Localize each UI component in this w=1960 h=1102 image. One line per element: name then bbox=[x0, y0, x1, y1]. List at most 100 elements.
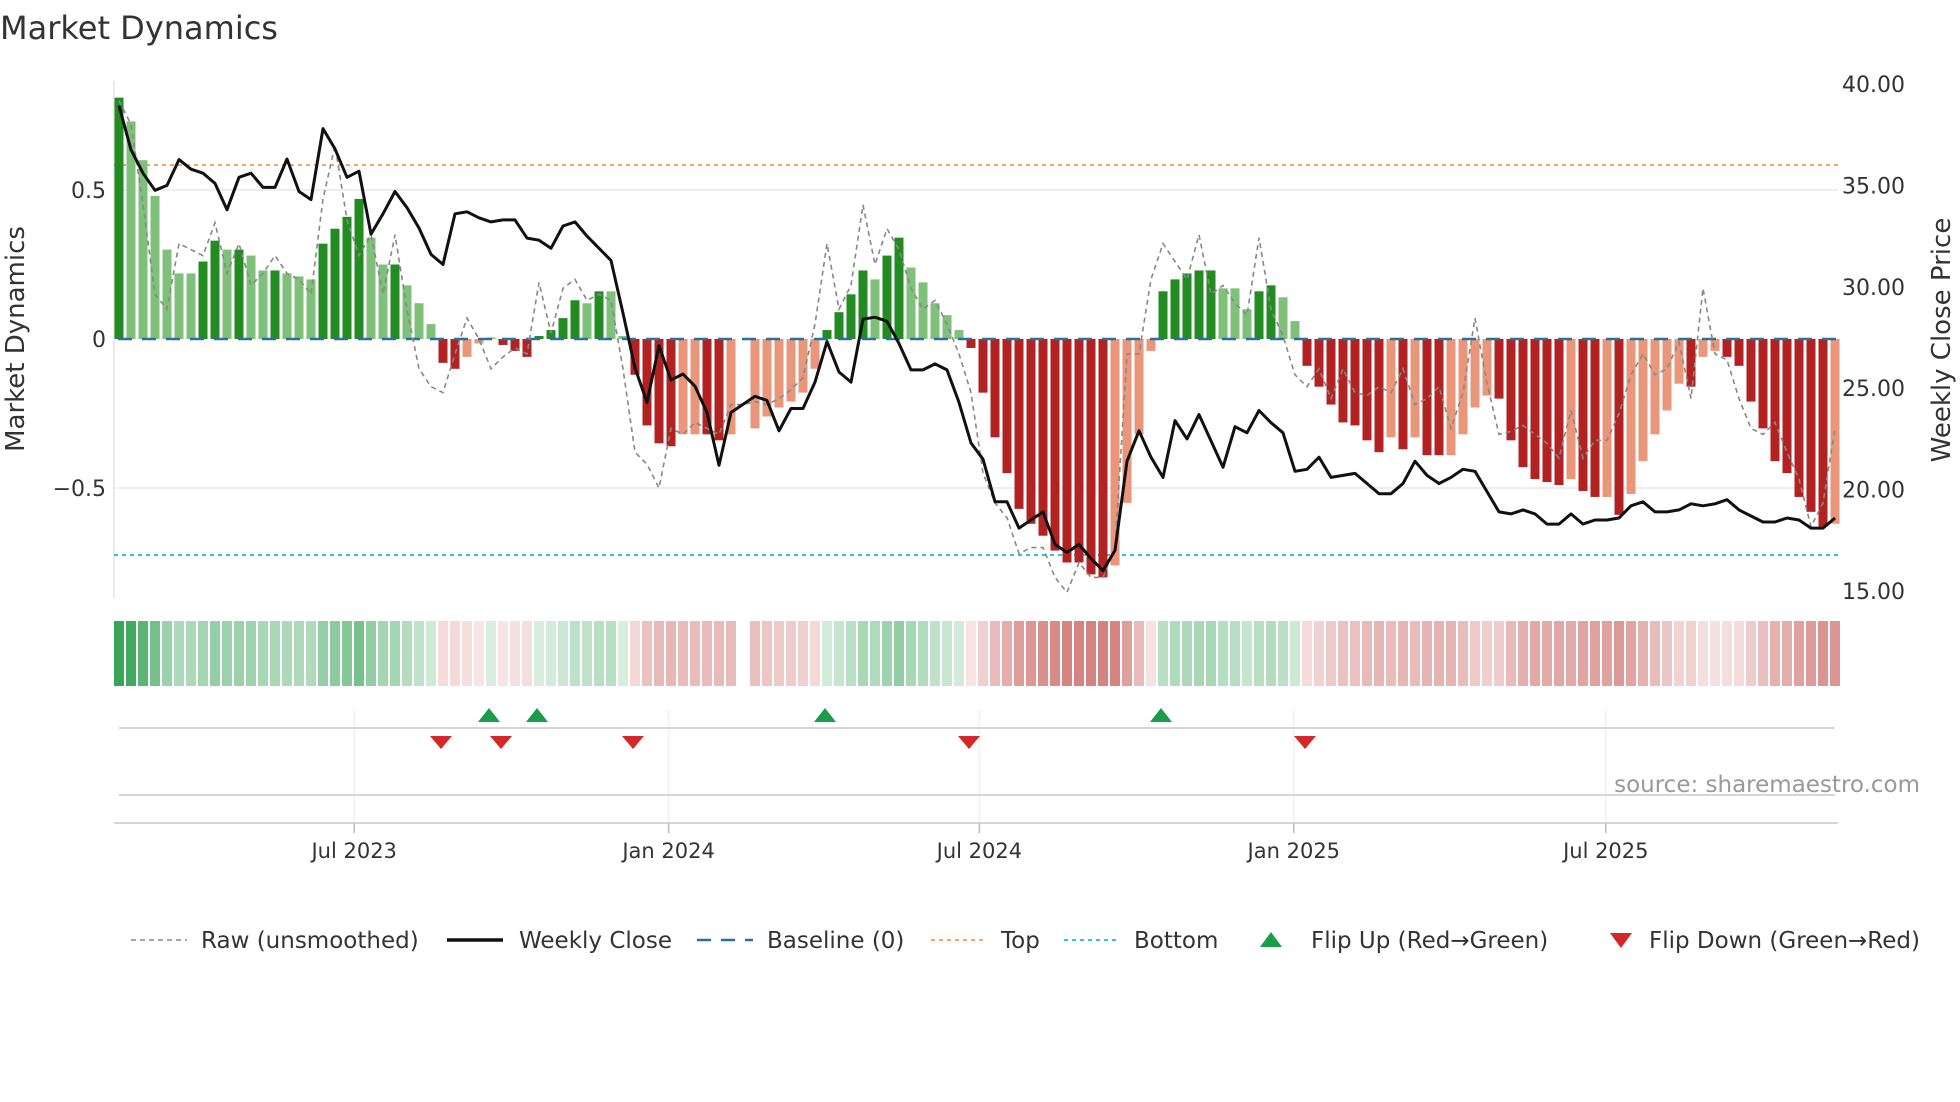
heat-strip-cell bbox=[1554, 621, 1564, 686]
heat-strip-cell bbox=[1506, 621, 1516, 686]
momentum-bar bbox=[390, 264, 400, 339]
heat-strip-cell bbox=[174, 621, 184, 686]
heat-strip-cell bbox=[474, 621, 484, 686]
momentum-bar bbox=[1158, 291, 1168, 339]
momentum-bar bbox=[1590, 339, 1600, 497]
heat-strip-cell bbox=[846, 621, 856, 686]
heat-strip-cell bbox=[654, 621, 664, 686]
heat-strip-cell bbox=[882, 621, 892, 686]
heat-strip-cell bbox=[690, 621, 700, 686]
heat-strip-cell bbox=[630, 621, 640, 686]
heat-strip-cell bbox=[1818, 621, 1828, 686]
heat-strip-cell bbox=[942, 621, 952, 686]
momentum-bar bbox=[582, 303, 592, 339]
momentum-bar bbox=[930, 303, 940, 339]
heat-strip-cell bbox=[438, 621, 448, 686]
x-tick-label: Jul 2024 bbox=[935, 839, 1022, 863]
legend-label: Bottom bbox=[1134, 928, 1218, 954]
momentum-bar bbox=[1626, 339, 1636, 494]
momentum-bar bbox=[954, 330, 964, 339]
momentum-bar bbox=[966, 339, 976, 348]
momentum-bar bbox=[750, 339, 760, 429]
heat-strip-cell bbox=[582, 621, 592, 686]
momentum-bar bbox=[978, 339, 988, 393]
momentum-bar bbox=[114, 97, 124, 340]
heat-strip-cell bbox=[810, 621, 820, 686]
x-tick-label: Jan 2025 bbox=[1246, 839, 1341, 863]
momentum-bar bbox=[234, 249, 244, 339]
heat-strip-cell bbox=[558, 621, 568, 686]
momentum-bar bbox=[1710, 339, 1720, 351]
heat-strip-cell bbox=[858, 621, 868, 686]
y2-tick-label: 25.00 bbox=[1842, 377, 1905, 402]
y-tick-label: −0.5 bbox=[53, 477, 106, 502]
heat-strip-cell bbox=[1134, 621, 1144, 686]
heat-strip-cell bbox=[162, 621, 172, 686]
momentum-bar bbox=[1074, 339, 1084, 563]
heat-strip-cell bbox=[222, 621, 232, 686]
heat-strip-cell bbox=[1326, 621, 1336, 686]
momentum-bar bbox=[570, 300, 580, 339]
momentum-bar bbox=[1650, 339, 1660, 435]
momentum-bar bbox=[1578, 339, 1588, 491]
heat-strip-cell bbox=[1038, 621, 1048, 686]
heat-strip-cell bbox=[1398, 621, 1408, 686]
heat-strip-cell bbox=[1290, 621, 1300, 686]
momentum-bar bbox=[1290, 321, 1300, 339]
heat-strip-cell bbox=[786, 621, 796, 686]
heat-strip-cell bbox=[1674, 621, 1684, 686]
heat-strip-cell bbox=[1098, 621, 1108, 686]
momentum-bar bbox=[1218, 288, 1228, 339]
heat-strip-cell bbox=[318, 621, 328, 686]
heat-strip-cell bbox=[774, 621, 784, 686]
heat-strip-cell bbox=[426, 621, 436, 686]
momentum-bar bbox=[222, 249, 232, 339]
heat-strip-cell bbox=[510, 621, 520, 686]
momentum-bar bbox=[174, 273, 184, 339]
momentum-bar bbox=[1302, 339, 1312, 366]
heat-strip-cell bbox=[378, 621, 388, 686]
heat-strip-cell bbox=[1446, 621, 1456, 686]
heat-strip-cell bbox=[666, 621, 676, 686]
heat-strip-cell bbox=[1314, 621, 1324, 686]
y-axis-label: Market Dynamics bbox=[1, 226, 31, 452]
heat-strip-cell bbox=[114, 621, 124, 686]
momentum-bar bbox=[1518, 339, 1528, 468]
momentum-bar bbox=[1554, 339, 1564, 486]
momentum-bar bbox=[810, 339, 820, 369]
heat-strip-cell bbox=[1194, 621, 1204, 686]
momentum-bar bbox=[1542, 339, 1552, 483]
momentum-bar bbox=[1638, 339, 1648, 462]
momentum-bar bbox=[162, 249, 172, 339]
heat-strip-cell bbox=[1602, 621, 1612, 686]
momentum-bar bbox=[1494, 339, 1504, 399]
heat-strip-cell bbox=[1518, 621, 1528, 686]
y2-tick-label: 40.00 bbox=[1842, 73, 1905, 98]
heat-strip-cell bbox=[1806, 621, 1816, 686]
momentum-bar bbox=[1170, 279, 1180, 339]
heat-strip-cell bbox=[1722, 621, 1732, 686]
momentum-bar bbox=[1482, 339, 1492, 396]
momentum-bar bbox=[1782, 339, 1792, 474]
chart-title: Market Dynamics bbox=[0, 9, 278, 47]
heat-strip-cell bbox=[1338, 621, 1348, 686]
momentum-bar bbox=[1026, 339, 1036, 524]
heat-strip-cell bbox=[246, 621, 256, 686]
heat-strip-cell bbox=[1434, 621, 1444, 686]
heat-strip-cell bbox=[822, 621, 832, 686]
heat-strip-cell bbox=[1350, 621, 1360, 686]
heat-strip-cell bbox=[1470, 621, 1480, 686]
momentum-bar bbox=[414, 303, 424, 339]
momentum-bar bbox=[210, 240, 220, 339]
heat-strip-cell bbox=[1578, 621, 1588, 686]
momentum-bar bbox=[1530, 339, 1540, 480]
heat-strip-cell bbox=[306, 621, 316, 686]
heat-strip-cell bbox=[282, 621, 292, 686]
heat-strip-cell bbox=[1734, 621, 1744, 686]
momentum-bar bbox=[1086, 339, 1096, 575]
momentum-bar bbox=[1254, 291, 1264, 339]
heat-strip-cell bbox=[606, 621, 616, 686]
momentum-bar bbox=[342, 216, 352, 339]
momentum-bar bbox=[318, 243, 328, 339]
momentum-bar bbox=[366, 237, 376, 339]
